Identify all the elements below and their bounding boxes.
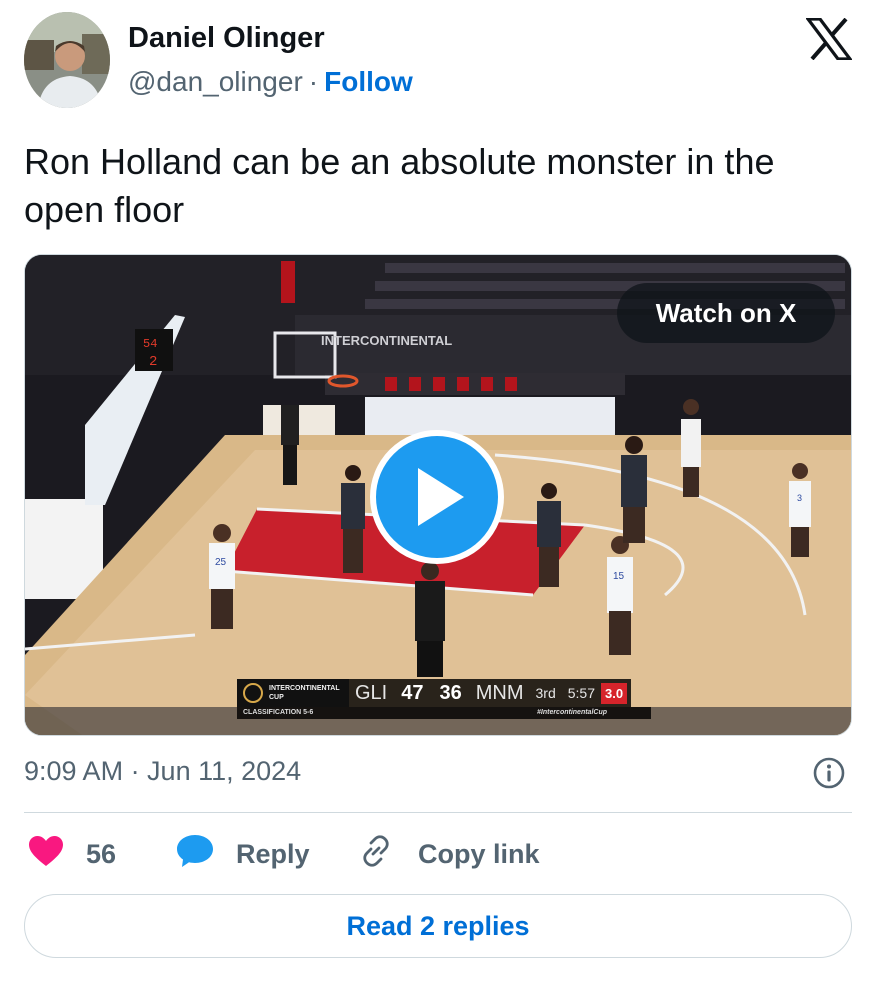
event-logo: INTERCONTINENTAL CUP bbox=[237, 679, 349, 707]
shot-clock: 3.0 bbox=[601, 682, 628, 704]
svg-text:2: 2 bbox=[149, 354, 157, 370]
author-meta: @dan_olinger · Follow bbox=[128, 66, 413, 98]
speech-bubble-icon bbox=[176, 834, 214, 875]
home-team: GLI bbox=[355, 681, 388, 704]
tweet-card: Daniel Olinger @dan_olinger · Follow Ron H… bbox=[0, 0, 882, 982]
read-replies-button[interactable]: Read 2 replies bbox=[24, 894, 852, 958]
watch-on-x-button[interactable]: Watch on X bbox=[617, 283, 835, 343]
divider bbox=[24, 812, 852, 813]
play-button[interactable] bbox=[370, 430, 504, 564]
home-score: 47 bbox=[401, 681, 424, 704]
arena-banner: INTERCONTINENTAL bbox=[321, 333, 452, 348]
scoreboard-subline: CLASSIFICATION 5-6 #IntercontinentalCup bbox=[237, 707, 651, 719]
video-player[interactable]: 54 2 INTERCONTINENTAL 25 15 3 Watch on X… bbox=[24, 254, 852, 736]
game-clock: 5:57 bbox=[567, 685, 595, 701]
follow-button[interactable]: Follow bbox=[324, 66, 413, 97]
event-logo-icon bbox=[243, 683, 263, 703]
classification-label: CLASSIFICATION 5-6 bbox=[243, 709, 314, 716]
heart-icon bbox=[28, 835, 64, 874]
reply-button[interactable]: Reply bbox=[176, 834, 310, 875]
jersey-number: 15 bbox=[613, 571, 625, 582]
author-name[interactable]: Daniel Olinger bbox=[128, 22, 325, 55]
separator: · bbox=[308, 66, 319, 97]
author-handle[interactable]: @dan_olinger bbox=[128, 66, 303, 97]
jersey-number: 25 bbox=[215, 557, 227, 568]
copy-link-label: Copy link bbox=[418, 838, 540, 869]
copy-link-button[interactable]: Copy link bbox=[358, 834, 540, 872]
away-score: 36 bbox=[439, 681, 462, 704]
link-icon bbox=[358, 833, 394, 876]
info-icon[interactable] bbox=[812, 756, 846, 790]
svg-text:54: 54 bbox=[143, 337, 157, 351]
tweet-text: Ron Holland can be an absolute monster i… bbox=[24, 141, 775, 230]
like-count: 56 bbox=[86, 838, 117, 869]
away-team: MNM bbox=[475, 681, 524, 704]
like-button[interactable]: 56 bbox=[28, 835, 117, 874]
hashtag: #IntercontinentalCup bbox=[537, 709, 608, 716]
avatar[interactable] bbox=[24, 12, 110, 108]
scoreboard: INTERCONTINENTAL CUP GLI 47 36 MNM 3rd 5… bbox=[237, 679, 632, 707]
reply-label: Reply bbox=[236, 838, 310, 869]
timestamp[interactable]: 9:09 AM · Jun 11, 2024 bbox=[24, 756, 301, 787]
quarter: 3rd bbox=[535, 685, 556, 701]
x-logo-icon[interactable] bbox=[804, 17, 854, 61]
jersey-number: 3 bbox=[797, 493, 802, 503]
play-icon bbox=[418, 468, 464, 526]
